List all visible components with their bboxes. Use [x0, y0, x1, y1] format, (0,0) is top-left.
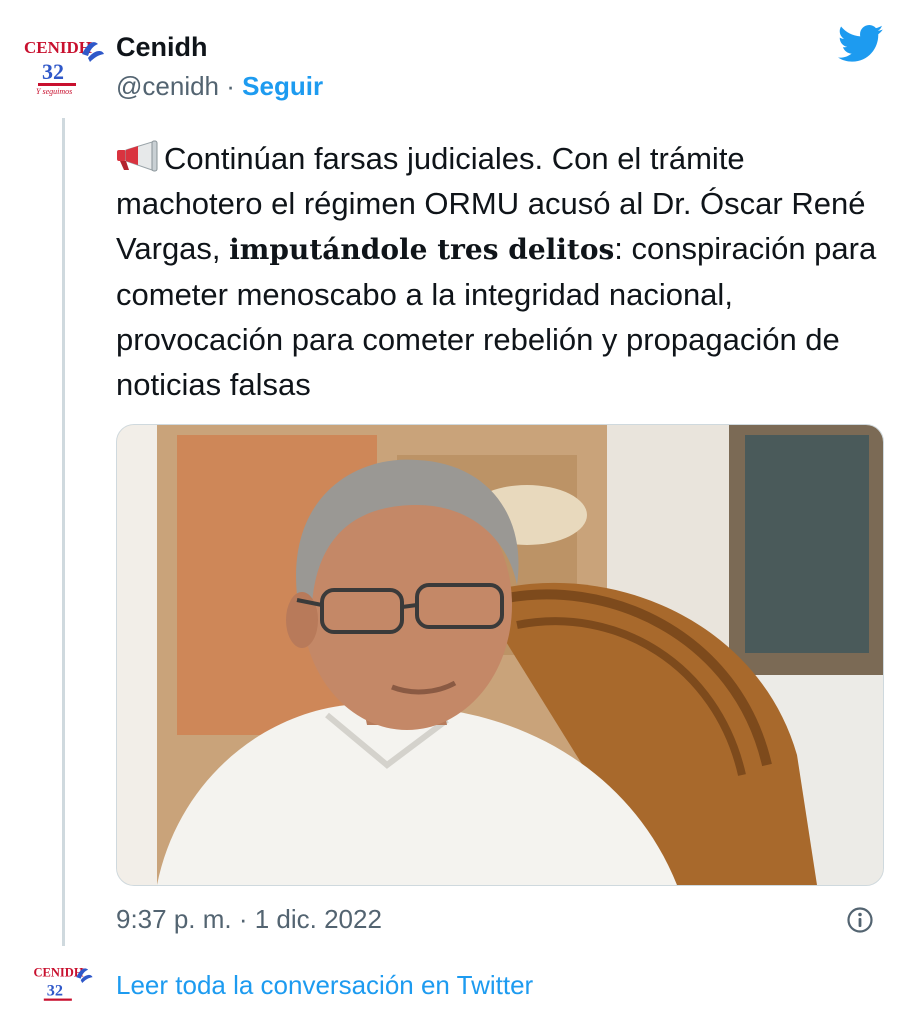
- cenidh-avatar[interactable]: CENIDH 32 Y seguimos: [22, 34, 106, 98]
- photo-elderly-man-icon: [117, 425, 883, 885]
- avatar-small-logo-text: CENIDH: [33, 965, 83, 979]
- handle-separator: ·: [226, 71, 235, 101]
- tweet-text: Continúan farsas judiciales. Con el trám…: [116, 136, 886, 407]
- tweet-photo[interactable]: [116, 424, 884, 886]
- avatar-tagline: Y seguimos: [36, 87, 72, 96]
- read-conversation-link[interactable]: Leer toda la conversación en Twitter: [116, 970, 533, 1001]
- tweet-timestamp[interactable]: 9:37 p. m. · 1 dic. 2022: [116, 904, 382, 935]
- megaphone-icon: [117, 140, 158, 172]
- author-display-name[interactable]: Cenidh: [116, 32, 208, 63]
- author-handle[interactable]: @cenidh: [116, 71, 219, 101]
- avatar-logo-text: CENIDH: [24, 38, 92, 57]
- avatar-badge-number: 32: [42, 59, 64, 84]
- author-handle-row: @cenidh · Seguir: [116, 71, 323, 102]
- info-icon[interactable]: [846, 906, 874, 934]
- tweet-text-bold: imputándole tres delitos: [229, 233, 615, 266]
- avatar-small-badge-number: 32: [47, 982, 63, 1000]
- cenidh-avatar-small: CENIDH 32: [33, 965, 93, 1001]
- thread-line: [62, 118, 65, 946]
- twitter-bird-icon[interactable]: [838, 24, 884, 64]
- follow-button[interactable]: Seguir: [242, 71, 323, 101]
